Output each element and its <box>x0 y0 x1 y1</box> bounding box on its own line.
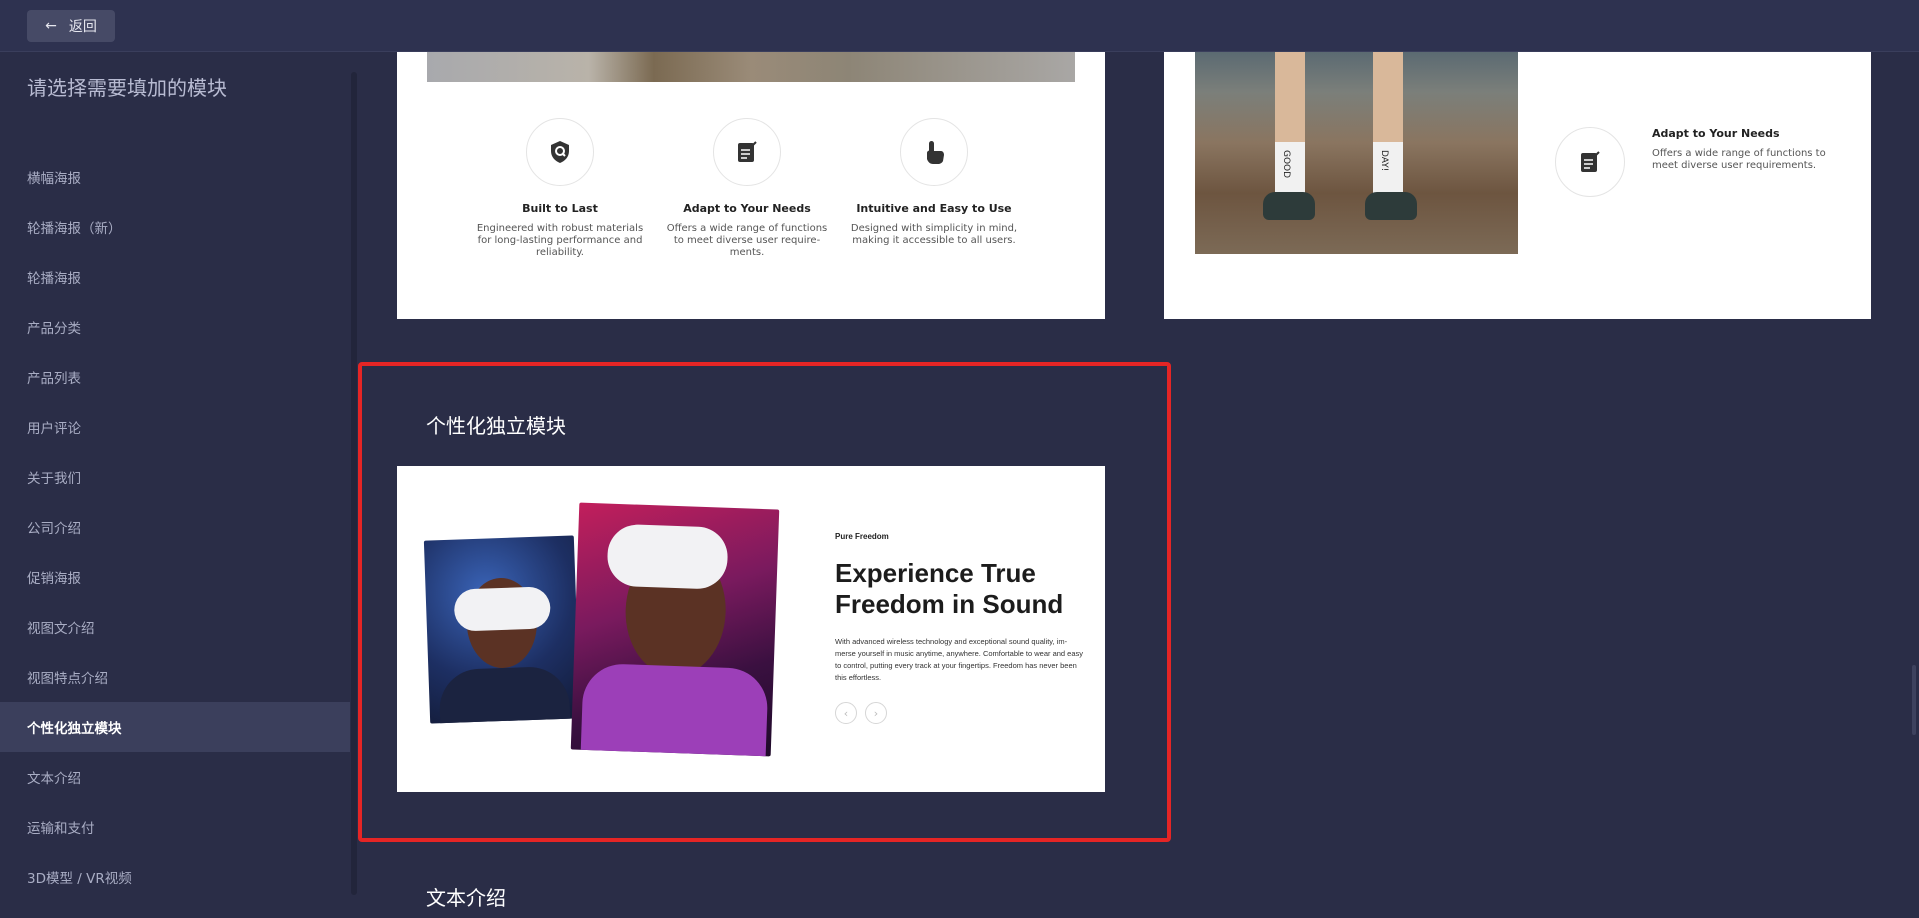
sidebar-item-carousel-poster[interactable]: 轮播海报 <box>0 252 350 302</box>
module-kicker: Pure Freedom <box>835 532 889 541</box>
sidebar-item-label: 横幅海报 <box>27 171 81 187</box>
preview-card-image-feature[interactable]: GOOD DAY! Adapt to Your Needs Offers a w… <box>1164 52 1871 319</box>
feature-title: Adapt to Your Needs <box>683 202 811 215</box>
sidebar-item-image-text-intro[interactable]: 视图文介绍 <box>0 602 350 652</box>
sidebar-item-text-intro[interactable]: 文本介绍 <box>0 752 350 802</box>
feature-title: Intuitive and Easy to Use <box>856 202 1012 215</box>
sidebar-item-label: 产品列表 <box>27 371 81 387</box>
note-edit-icon <box>738 141 757 162</box>
note-edit-icon <box>1581 151 1600 172</box>
sidebar-item-label: 关于我们 <box>27 471 81 487</box>
jacket-shape <box>438 665 571 724</box>
leg-shape <box>1275 52 1305 152</box>
sidebar-item-image-feature-intro[interactable]: 视图特点介绍 <box>0 652 350 702</box>
sock-text: DAY! <box>1379 150 1389 172</box>
feature-item: Intuitive and Easy to Use Designed with … <box>849 118 1019 247</box>
module-sidebar: 请选择需要填加的模块 横幅海报 轮播海报（新） 轮播海报 产品分类 产品列表 用… <box>0 52 351 918</box>
next-slide-button[interactable]: › <box>865 702 887 724</box>
sidebar-item-company-intro[interactable]: 公司介绍 <box>0 502 350 552</box>
feature-description: Offers a wide range of functions to meet… <box>666 223 828 258</box>
leg-shape <box>1373 52 1403 152</box>
feature-icon-circle <box>526 118 594 186</box>
sidebar-item-label: 3D模型 / VR视频 <box>27 871 132 887</box>
top-bar: ← 返回 <box>0 0 1919 52</box>
sidebar-title: 请选择需要填加的模块 <box>27 76 227 100</box>
main-scrollbar[interactable] <box>1912 665 1916 735</box>
feature-description: Offers a wide range of functions to meet… <box>1652 148 1826 171</box>
vr-headset-shape <box>606 523 729 590</box>
sidebar-item-label: 视图文介绍 <box>27 621 95 637</box>
sidebar-scrollbar[interactable] <box>351 72 357 895</box>
hand-pointer-icon <box>927 141 944 164</box>
sidebar-item-user-reviews[interactable]: 用户评论 <box>0 402 350 452</box>
sidebar-item-label: 视图特点介绍 <box>27 671 108 687</box>
sidebar-item-label: 用户评论 <box>27 421 81 437</box>
shield-icon <box>551 141 569 163</box>
preview-card-custom-module[interactable]: Pure Freedom Experience True Freedom in … <box>397 466 1105 792</box>
vr-user-photo-right <box>570 502 780 757</box>
feature-text: Adapt to Your Needs Offers a wide range … <box>1652 127 1842 172</box>
sidebar-item-promo-poster[interactable]: 促销海报 <box>0 552 350 602</box>
prev-slide-button[interactable]: ‹ <box>835 702 857 724</box>
sock-text: GOOD <box>1281 150 1291 179</box>
sidebar-item-label: 文本介绍 <box>27 771 81 787</box>
chevron-left-icon: ‹ <box>843 706 849 720</box>
feature-description: Designed with simplicity in mind, making… <box>850 223 1018 246</box>
sidebar-item-about-us[interactable]: 关于我们 <box>0 452 350 502</box>
feature-icon-circle <box>1555 127 1625 197</box>
feature-icon-circle <box>900 118 968 186</box>
sidebar-item-product-list[interactable]: 产品列表 <box>0 352 350 402</box>
feature-title: Adapt to Your Needs <box>1652 127 1780 140</box>
module-headline: Experience True Freedom in Sound <box>835 558 1064 619</box>
feature-icon-circle <box>713 118 781 186</box>
feature-item: Built to Last Engineered with robust mat… <box>475 118 645 259</box>
shoe-shape <box>1263 192 1315 220</box>
sidebar-item-custom-module[interactable]: 个性化独立模块 <box>0 702 350 752</box>
chevron-right-icon: › <box>873 706 879 720</box>
vr-user-photo-left <box>423 535 581 724</box>
vr-headset-shape <box>453 586 551 632</box>
feature-item: Adapt to Your Needs Offers a wide range … <box>1555 127 1826 197</box>
feature-item: Adapt to Your Needs Offers a wide range … <box>662 118 832 259</box>
sidebar-item-label: 轮播海报（新） <box>27 221 122 237</box>
feature-title: Built to Last <box>522 202 598 215</box>
back-button[interactable]: ← 返回 <box>27 10 115 42</box>
sidebar-item-label: 轮播海报 <box>27 271 81 287</box>
sidebar-item-banner-poster[interactable]: 横幅海报 <box>0 152 350 202</box>
hiker-legs-photo: GOOD DAY! <box>1195 52 1518 254</box>
module-list: 横幅海报 轮播海报（新） 轮播海报 产品分类 产品列表 用户评论 关于我们 公司… <box>0 152 350 902</box>
sidebar-item-label: 运输和支付 <box>27 821 95 837</box>
hoodie-shape <box>580 662 769 757</box>
hiker-photo <box>427 52 1075 82</box>
feature-description: Engineered with robust materials for lon… <box>476 223 644 258</box>
module-title: 个性化独立模块 <box>426 414 566 438</box>
sidebar-item-carousel-poster-new[interactable]: 轮播海报（新） <box>0 202 350 252</box>
sidebar-item-3d-vr[interactable]: 3D模型 / VR视频 <box>0 852 350 902</box>
arrow-left-icon: ← <box>45 18 57 34</box>
sidebar-item-label: 产品分类 <box>27 321 81 337</box>
next-module-title: 文本介绍 <box>426 886 506 910</box>
preview-card-features[interactable]: Built to Last Engineered with robust mat… <box>397 52 1105 319</box>
back-label: 返回 <box>68 19 97 35</box>
shoe-shape <box>1365 192 1417 220</box>
sidebar-item-product-category[interactable]: 产品分类 <box>0 302 350 352</box>
sidebar-item-label: 促销海报 <box>27 571 81 587</box>
sidebar-item-label: 个性化独立模块 <box>27 721 122 737</box>
module-body: With advanced wireless technology and ex… <box>835 637 1084 682</box>
module-preview-area: Built to Last Engineered with robust mat… <box>358 52 1919 918</box>
sidebar-item-shipping-payment[interactable]: 运输和支付 <box>0 802 350 852</box>
sidebar-item-label: 公司介绍 <box>27 521 81 537</box>
